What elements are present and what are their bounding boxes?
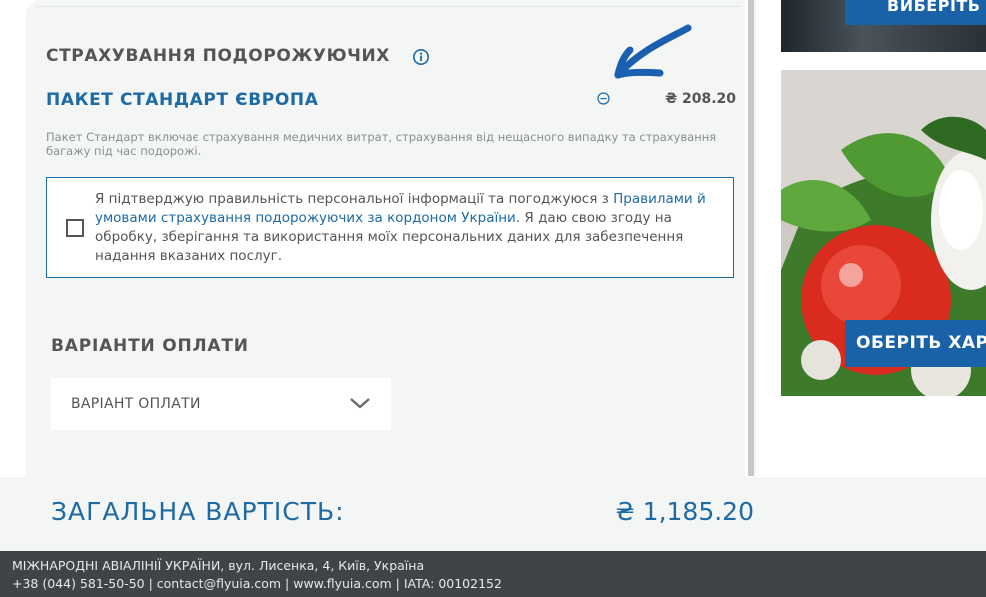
consent-text-before: Я підтверджую правильність персональної …	[95, 191, 614, 207]
panel-notch	[26, 0, 36, 10]
remove-icon[interactable]	[597, 92, 610, 105]
insurance-title: СТРАХУВАННЯ ПОДОРОЖУЮЧИХ	[46, 46, 391, 66]
total-value: ₴ 1,185.20	[615, 497, 754, 526]
payment-options-title: ВАРІАНТИ ОПЛАТИ	[51, 336, 249, 356]
consent-checkbox[interactable]	[66, 219, 84, 237]
footer-contacts: +38 (044) 581-50-50 | contact@flyuia.com…	[12, 576, 502, 591]
promo-top-button[interactable]: ВИБЕРІТЬ	[845, 0, 986, 25]
total-label: ЗАГАЛЬНА ВАРТІСТЬ:	[51, 497, 345, 526]
payment-option-select[interactable]: ВАРІАНТ ОПЛАТИ	[51, 378, 391, 430]
consent-box: Я підтверджую правильність персональної …	[46, 177, 734, 278]
chevron-down-icon	[350, 398, 370, 409]
payment-option-select-value: ВАРІАНТ ОПЛАТИ	[71, 396, 201, 412]
consent-text: Я підтверджую правильність персональної …	[95, 190, 725, 266]
promo-banner-meal[interactable]: ОБЕРІТЬ ХАР	[781, 70, 986, 396]
annotation-arrow-icon	[614, 24, 692, 79]
footer-address: МІЖНАРОДНІ АВІАЛІНІЇ УКРАЇНИ, вул. Лисен…	[12, 558, 425, 573]
footer: МІЖНАРОДНІ АВІАЛІНІЇ УКРАЇНИ, вул. Лисен…	[0, 551, 986, 597]
info-icon[interactable]	[412, 48, 430, 66]
scrollbar-thumb[interactable]	[748, 0, 754, 476]
insurance-package-name: ПАКЕТ СТАНДАРТ ЄВРОПА	[46, 90, 319, 110]
insurance-package-description: Пакет Стандарт включає страхування медич…	[46, 130, 717, 158]
insurance-package-price: ₴ 208.20	[665, 91, 736, 107]
total-bar: ЗАГАЛЬНА ВАРТІСТЬ: ₴ 1,185.20	[0, 477, 986, 551]
promo-meal-button[interactable]: ОБЕРІТЬ ХАР	[845, 320, 986, 367]
promo-banner-top[interactable]: ВИБЕРІТЬ	[781, 0, 986, 52]
divider	[36, 6, 741, 7]
